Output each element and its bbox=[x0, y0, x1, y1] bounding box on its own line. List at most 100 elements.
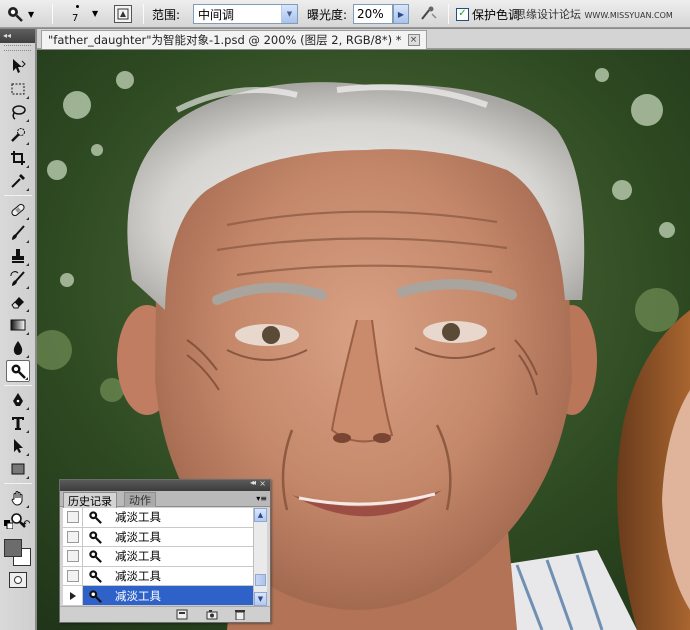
eraser-icon bbox=[11, 297, 24, 309]
pen-icon bbox=[13, 393, 23, 406]
history-state-row-selected[interactable]: 减淡工具 bbox=[63, 586, 257, 606]
dodge-tool-icon bbox=[11, 364, 26, 379]
marquee-tool[interactable] bbox=[6, 78, 30, 100]
collapse-panel-icon[interactable]: ◂◂ bbox=[250, 478, 256, 487]
history-brush-source-checkbox[interactable] bbox=[63, 527, 83, 547]
history-state-label: 减淡工具 bbox=[115, 588, 161, 603]
history-state-row[interactable]: 减淡工具 bbox=[63, 527, 257, 548]
lasso-tool[interactable] bbox=[6, 101, 30, 123]
new-document-from-state-icon[interactable] bbox=[176, 609, 188, 620]
history-panel: ◂◂ × 历史记录 动作 ▾≡ 减淡工具 减淡工具 减淡工具 减淡工具 减淡工具… bbox=[59, 478, 271, 623]
protect-tones-checkbox[interactable]: ✓ 保护色调 bbox=[456, 0, 520, 28]
move-icon bbox=[13, 59, 26, 73]
chevron-down-icon: ▼ bbox=[92, 9, 99, 18]
divider bbox=[143, 4, 144, 24]
blur-tool[interactable] bbox=[6, 337, 30, 359]
range-select-value: 中间调 bbox=[198, 7, 235, 22]
lasso-icon bbox=[12, 105, 26, 120]
history-panel-titlebar[interactable]: ◂◂ × bbox=[60, 478, 270, 491]
type-tool[interactable] bbox=[6, 412, 30, 434]
tools-panel: ◂◂ ↶ bbox=[0, 29, 36, 630]
protect-tones-label: 保护色调 bbox=[472, 7, 521, 22]
scroll-down-button[interactable]: ▼ bbox=[254, 592, 267, 606]
quick-selection-icon bbox=[11, 128, 25, 142]
delete-state-icon[interactable] bbox=[234, 609, 246, 620]
brush-preset-picker[interactable]: 7 ▼ bbox=[62, 0, 102, 28]
dodge-tool[interactable] bbox=[6, 360, 30, 382]
brush-tool[interactable] bbox=[6, 222, 30, 244]
brush-tip-icon bbox=[76, 5, 79, 8]
range-select[interactable]: 中间调 ▼ bbox=[193, 4, 298, 24]
history-state-label: 减淡工具 bbox=[115, 569, 161, 584]
tab-actions[interactable]: 动作 bbox=[124, 492, 156, 507]
close-icon[interactable]: × bbox=[407, 34, 420, 46]
divider bbox=[448, 4, 449, 24]
dodge-tool-icon bbox=[89, 531, 102, 544]
exposure-input[interactable]: 20% bbox=[353, 4, 393, 24]
exposure-slider-button[interactable]: ▶ bbox=[393, 4, 409, 24]
bandage-icon bbox=[11, 203, 25, 217]
history-brush-source-checkbox[interactable] bbox=[63, 566, 83, 586]
history-state-row[interactable]: 减淡工具 bbox=[63, 566, 257, 587]
crop-tool[interactable] bbox=[6, 147, 30, 169]
chevron-down-icon[interactable]: ▼ bbox=[281, 5, 297, 23]
brush-icon bbox=[12, 225, 25, 240]
swap-colors-icon[interactable]: ↶ bbox=[22, 519, 30, 530]
tool-preset-picker[interactable]: ▼ bbox=[6, 0, 46, 28]
chevron-right-icon: ▶ bbox=[397, 9, 405, 19]
dodge-tool-icon bbox=[89, 589, 102, 603]
move-tool[interactable] bbox=[6, 55, 30, 77]
path-selection-tool[interactable] bbox=[6, 435, 30, 457]
chevron-down-icon: ▼ bbox=[28, 9, 35, 19]
healing-brush-tool[interactable] bbox=[6, 199, 30, 221]
rectangle-icon bbox=[11, 463, 25, 475]
brush-size-value: 7 bbox=[72, 13, 79, 24]
new-snapshot-icon[interactable] bbox=[206, 609, 218, 620]
default-colors-icon[interactable] bbox=[4, 520, 13, 529]
airbrush-toggle-button[interactable] bbox=[114, 0, 134, 28]
eraser-tool[interactable] bbox=[6, 291, 30, 313]
clone-stamp-tool[interactable] bbox=[6, 245, 30, 267]
foreground-color-swatch[interactable] bbox=[4, 539, 22, 557]
history-brush-source-checkbox[interactable] bbox=[63, 546, 83, 566]
gradient-tool[interactable] bbox=[6, 314, 30, 336]
eyedropper-tool[interactable] bbox=[6, 170, 30, 192]
hand-tool[interactable] bbox=[6, 487, 30, 509]
document-tab-title: "father_daughter"为智能对象-1.psd @ 200% (图层 … bbox=[48, 33, 402, 47]
history-brush-source-marker[interactable] bbox=[63, 586, 83, 606]
quick-mask-button[interactable] bbox=[9, 572, 27, 588]
rect-marquee-icon bbox=[11, 83, 25, 95]
airbrush-mode-button[interactable] bbox=[418, 0, 442, 28]
airbrush-icon bbox=[117, 8, 129, 20]
scroll-up-button[interactable]: ▲ bbox=[254, 508, 267, 522]
history-scrollbar[interactable]: ▲ ▼ bbox=[253, 508, 267, 606]
eyedropper-icon bbox=[11, 174, 25, 188]
close-icon[interactable]: × bbox=[259, 479, 266, 488]
options-bar: ▼ 7 ▼ 范围: 中间调 ▼ 曝光度: 20% ▶ ✓ 保护色调 思缘设计论坛… bbox=[0, 0, 690, 28]
dodge-tool-icon bbox=[89, 511, 102, 525]
hand-icon bbox=[11, 491, 23, 506]
tools-panel-header[interactable]: ◂◂ bbox=[0, 29, 35, 43]
history-brush-tool[interactable] bbox=[6, 268, 30, 290]
history-state-label: 减淡工具 bbox=[115, 529, 161, 544]
history-state-row[interactable]: 减淡工具 bbox=[63, 546, 257, 567]
history-brush-source-checkbox[interactable] bbox=[63, 508, 83, 527]
watermark-chinese: 思缘设计论坛 bbox=[515, 8, 581, 21]
tools-panel-grip[interactable] bbox=[4, 45, 31, 51]
history-state-row[interactable]: 减淡工具 bbox=[63, 508, 257, 528]
document-tab-bar: "father_daughter"为智能对象-1.psd @ 200% (图层 … bbox=[37, 29, 690, 49]
history-state-label: 减淡工具 bbox=[115, 549, 161, 564]
dodge-tool-icon bbox=[8, 7, 23, 22]
quick-selection-tool[interactable] bbox=[6, 124, 30, 146]
history-list: 减淡工具 减淡工具 减淡工具 减淡工具 减淡工具 bbox=[63, 508, 257, 606]
airbrush-icon bbox=[421, 6, 437, 20]
panel-menu-icon[interactable]: ▾≡ bbox=[256, 494, 267, 503]
exposure-label: 曝光度: bbox=[307, 7, 348, 22]
shape-tool[interactable] bbox=[6, 458, 30, 480]
history-state-label: 减淡工具 bbox=[115, 510, 161, 525]
tab-history[interactable]: 历史记录 bbox=[63, 492, 117, 508]
scroll-thumb[interactable] bbox=[255, 574, 266, 586]
checkbox-box[interactable]: ✓ bbox=[456, 7, 469, 21]
document-tab[interactable]: "father_daughter"为智能对象-1.psd @ 200% (图层 … bbox=[41, 30, 427, 49]
pen-tool[interactable] bbox=[6, 389, 30, 411]
